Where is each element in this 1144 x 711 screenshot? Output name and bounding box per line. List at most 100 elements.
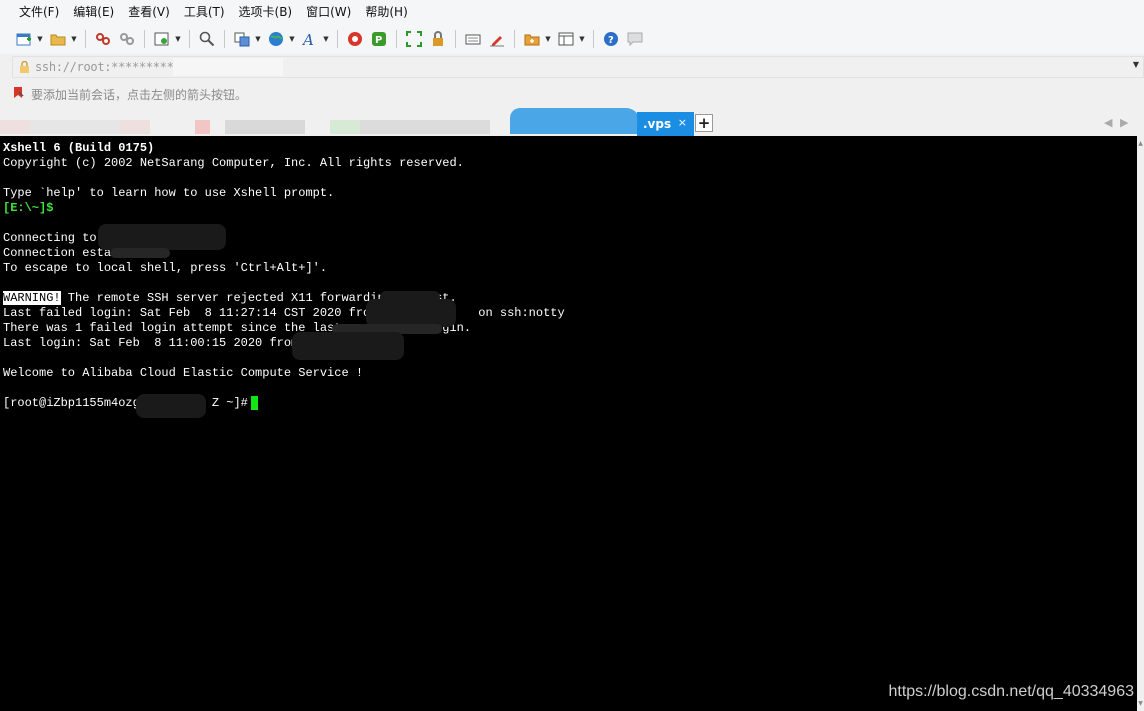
menu-help[interactable]: 帮助(H) <box>358 0 414 24</box>
redacted-ip <box>98 224 226 250</box>
redacted-tabs <box>195 120 210 134</box>
properties-dropdown-icon[interactable]: ▼ <box>174 29 182 49</box>
globe-icon[interactable] <box>266 29 286 49</box>
toolbar-divider <box>396 30 397 48</box>
svg-text:P: P <box>375 35 382 46</box>
tab-close-icon[interactable]: × <box>678 116 687 129</box>
transfer-dropdown-icon[interactable]: ▼ <box>254 29 262 49</box>
redacted-hostname <box>136 394 206 418</box>
menu-tools[interactable]: 工具(T) <box>177 0 232 24</box>
font-icon[interactable]: A <box>300 29 320 49</box>
open-dropdown-icon[interactable]: ▼ <box>70 29 78 49</box>
terminal-line: Connection established. <box>3 246 169 260</box>
chat-icon[interactable] <box>625 29 645 49</box>
terminal-line: Last login: Sat Feb 8 11:00:15 2020 from <box>3 336 299 350</box>
new-tab-dropdown-icon[interactable]: ▼ <box>544 29 552 49</box>
hint-text: 要添加当前会话，点击左侧的箭头按钮。 <box>31 87 248 102</box>
toolbar-divider <box>144 30 145 48</box>
transfer-icon[interactable] <box>232 29 252 49</box>
terminal-line: Xshell 6 (Build 0175) <box>3 141 155 155</box>
font-dropdown-icon[interactable]: ▼ <box>322 29 330 49</box>
redacted-tabs <box>30 120 120 134</box>
menu-view[interactable]: 查看(V) <box>121 0 177 24</box>
menu-bar: 文件(F) 编辑(E) 查看(V) 工具(T) 选项卡(B) 窗口(W) 帮助(… <box>0 0 1144 24</box>
layout-dropdown-icon[interactable]: ▼ <box>578 29 586 49</box>
toolbar-divider <box>455 30 456 48</box>
terminal-line: There was 1 failed login attempt since t… <box>3 321 472 335</box>
terminal-prompt-line[interactable]: [root@iZbp1155m4ozg Z ~]# <box>3 396 565 411</box>
terminal[interactable]: Xshell 6 (Build 0175) Copyright (c) 2002… <box>0 136 1137 711</box>
new-tab-folder-icon[interactable] <box>522 29 542 49</box>
menu-tabs[interactable]: 选项卡(B) <box>232 0 300 24</box>
toolbar-divider <box>189 30 190 48</box>
svg-text:?: ? <box>608 35 614 46</box>
toolbar-divider <box>593 30 594 48</box>
session-hint-bar: 要添加当前会话，点击左侧的箭头按钮。 <box>12 84 512 104</box>
redacted-tabs <box>330 120 360 134</box>
keyboard-icon[interactable] <box>463 29 483 49</box>
toolbar-divider <box>514 30 515 48</box>
redacted-host <box>173 58 283 76</box>
menu-edit[interactable]: 编辑(E) <box>66 0 121 24</box>
tab-bar <box>0 108 1144 134</box>
menu-file[interactable]: 文件(F) <box>12 0 66 24</box>
new-session-dropdown-icon[interactable]: ▼ <box>36 29 44 49</box>
layout-icon[interactable] <box>556 29 576 49</box>
toolbar: ▼ ▼ ▼ ▼ ▼ A ▼ P ▼ ▼ ? <box>0 24 1144 54</box>
lock-icon <box>13 57 35 77</box>
tab-scroll-right-icon[interactable]: ▶ <box>1120 116 1128 129</box>
redacted-ip <box>366 299 456 327</box>
scroll-down-icon[interactable]: ▼ <box>1137 700 1144 707</box>
terminal-cursor <box>250 396 258 410</box>
shell-prompt: [root@iZbp1155m4ozg Z ~]# <box>3 396 248 410</box>
terminal-line: Connecting to . <box>3 231 226 245</box>
redacted-ip <box>292 332 404 360</box>
address-bar[interactable]: ssh://root:***********@ ▼ <box>12 56 1144 78</box>
bookmark-arrow-icon[interactable] <box>12 86 25 102</box>
redacted-text <box>110 248 170 258</box>
toolbar-divider <box>337 30 338 48</box>
tab-scroll-left-icon[interactable]: ◀ <box>1104 116 1112 129</box>
address-text[interactable]: ssh://root:***********@ <box>35 60 195 74</box>
terminal-line: Last failed login: Sat Feb 8 11:27:14 CS… <box>3 306 565 320</box>
terminal-line: Type `help' to learn how to use Xshell p… <box>3 186 335 200</box>
help-icon[interactable]: ? <box>601 29 621 49</box>
disconnect-icon[interactable] <box>93 29 113 49</box>
terminal-scrollbar[interactable]: ▲ ▼ <box>1137 136 1144 711</box>
svg-text:A: A <box>302 31 314 47</box>
fullscreen-icon[interactable] <box>404 29 424 49</box>
tab-active-session[interactable]: .vps × <box>637 112 694 136</box>
search-icon[interactable] <box>197 29 217 49</box>
redacted-tabs <box>360 120 490 134</box>
terminal-output: Xshell 6 (Build 0175) Copyright (c) 2002… <box>3 141 565 411</box>
new-session-icon[interactable] <box>14 29 34 49</box>
scroll-up-icon[interactable]: ▲ <box>1137 140 1144 147</box>
reconnect-icon[interactable] <box>117 29 137 49</box>
terminal-line: To escape to local shell, press 'Ctrl+Al… <box>3 261 328 275</box>
redacted-tabs <box>510 108 640 134</box>
terminal-line-warning: WARNING! The remote SSH server rejected … <box>3 291 565 306</box>
xftp-icon[interactable] <box>345 29 365 49</box>
terminal-line: Copyright (c) 2002 NetSarang Computer, I… <box>3 156 464 170</box>
terminal-line: [E:\~]$ <box>3 201 54 215</box>
properties-icon[interactable] <box>152 29 172 49</box>
redacted-tabs <box>225 120 305 134</box>
xmanager-icon[interactable]: P <box>369 29 389 49</box>
toolbar-divider <box>224 30 225 48</box>
terminal-line: Welcome to Alibaba Cloud Elastic Compute… <box>3 366 364 380</box>
open-folder-icon[interactable] <box>48 29 68 49</box>
add-tab-button[interactable]: + <box>695 114 713 132</box>
watermark: https://blog.csdn.net/qq_40334963 <box>888 683 1134 700</box>
highlight-icon[interactable] <box>487 29 507 49</box>
tab-label: .vps <box>643 117 672 131</box>
globe-dropdown-icon[interactable]: ▼ <box>288 29 296 49</box>
warning-badge: WARNING! <box>3 291 61 305</box>
address-dropdown-icon[interactable]: ▼ <box>1133 60 1139 69</box>
menu-window[interactable]: 窗口(W) <box>299 0 358 24</box>
lock-icon[interactable] <box>428 29 448 49</box>
